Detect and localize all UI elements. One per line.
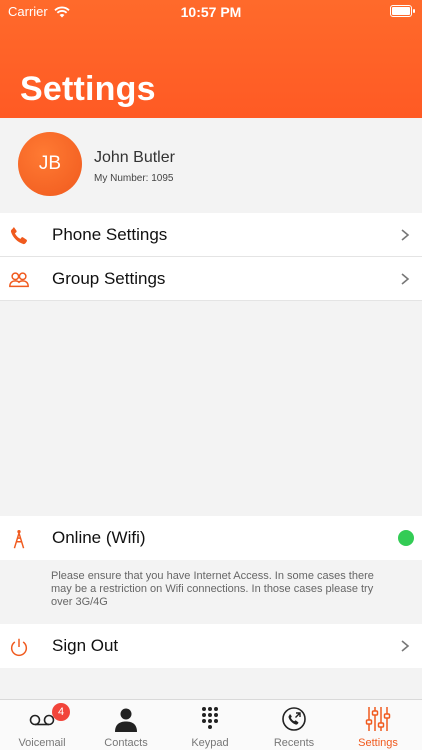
profile-name: John Butler (94, 149, 175, 166)
group-settings-label: Group Settings (52, 269, 166, 288)
battery-icon (390, 5, 415, 17)
header: Carrier 10:57 PM Settings (0, 0, 422, 118)
tab-voicemail[interactable]: 4 Voicemail (0, 700, 84, 750)
chevron-right-icon (401, 273, 410, 285)
tab-label: Settings (358, 737, 398, 749)
recents-icon (282, 707, 306, 731)
antenna-icon (13, 530, 25, 549)
tab-label: Contacts (104, 737, 148, 749)
profile-number: My Number: 1095 (94, 173, 174, 184)
group-icon (9, 272, 29, 288)
tab-label: Keypad (191, 737, 229, 749)
tab-keypad[interactable]: Keypad (168, 700, 252, 750)
phone-icon (10, 227, 27, 245)
phone-settings-label: Phone Settings (52, 225, 168, 244)
chevron-right-icon (401, 640, 410, 652)
phone-settings-row[interactable]: Phone Settings (0, 213, 422, 257)
contacts-icon (115, 708, 137, 732)
status-bar: Carrier 10:57 PM (0, 0, 422, 24)
sign-out-label: Sign Out (52, 636, 119, 655)
chevron-right-icon (401, 229, 410, 241)
sign-out-row[interactable]: Sign Out (0, 624, 422, 668)
connection-note: Please ensure that you have Internet Acc… (51, 570, 374, 608)
clock: 10:57 PM (180, 4, 242, 20)
tab-bar: 4 Voicemail Contacts Keypad Recents Sett… (0, 699, 422, 750)
tab-recents[interactable]: Recents (252, 700, 336, 750)
settings-sliders-icon (365, 707, 391, 731)
tab-contacts[interactable]: Contacts (84, 700, 168, 750)
avatar-initials: JB (38, 153, 62, 174)
connection-status-row: Online (Wifi) (0, 516, 422, 560)
group-settings-row[interactable]: Group Settings (0, 257, 422, 301)
online-status-dot (398, 530, 414, 546)
avatar: JB (18, 132, 82, 196)
keypad-icon (202, 707, 218, 729)
voicemail-badge: 4 (52, 703, 70, 721)
tab-label: Recents (273, 737, 315, 749)
power-icon (10, 638, 28, 657)
tab-label: Voicemail (18, 737, 66, 749)
divider (0, 300, 422, 301)
tab-settings[interactable]: Settings (336, 700, 420, 750)
page-title: Settings (20, 70, 156, 108)
connection-status-label: Online (Wifi) (52, 528, 146, 547)
profile-card: JB John Butler My Number: 1095 (0, 118, 422, 212)
